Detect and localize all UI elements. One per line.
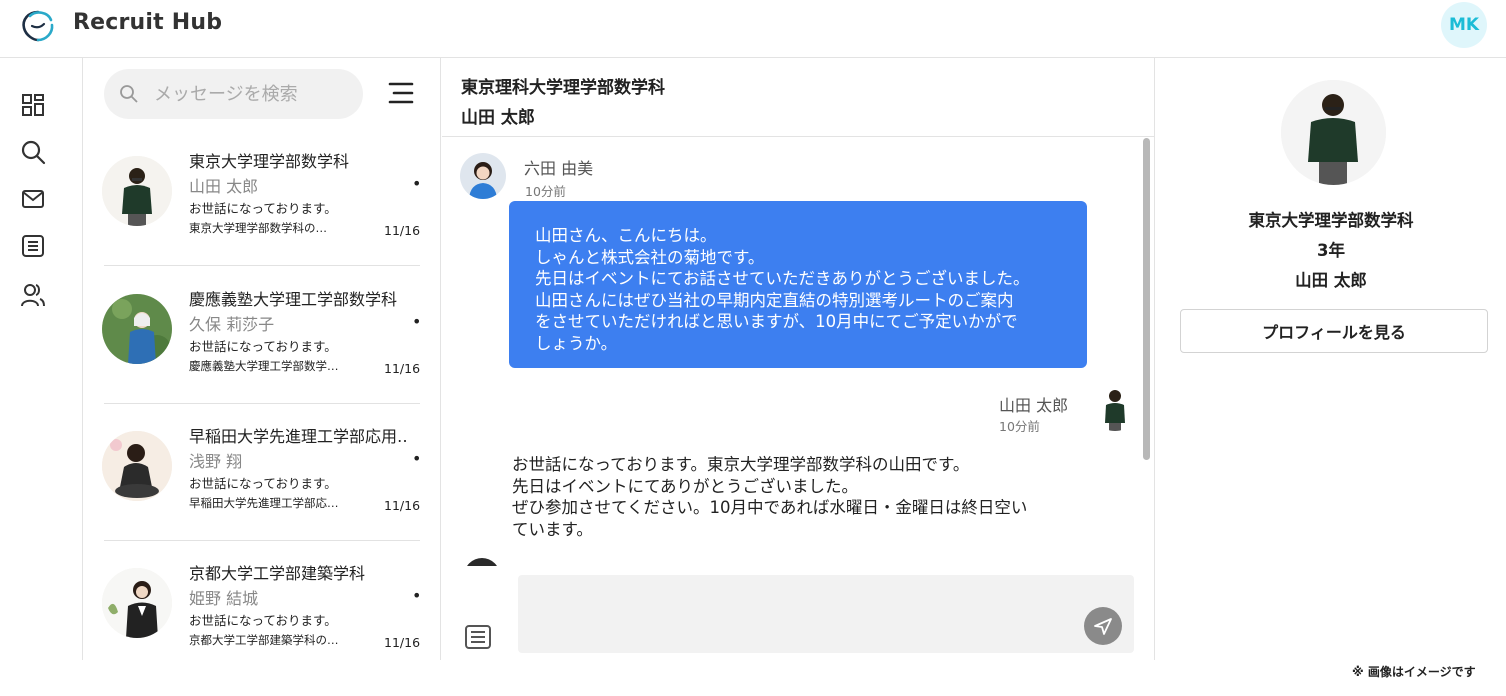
profile-name: 山田 太郎 <box>1295 271 1367 290</box>
conversation-item[interactable]: 京都大学工学部建築学科 姫野 結城 • お世話になっております。 京都大学工学部… <box>102 546 422 660</box>
student-avatar <box>102 294 172 364</box>
conversation-name: 久保 莉莎子 <box>189 315 275 334</box>
conversation-school: 東京大学理学部数学科 <box>189 152 350 171</box>
conversation-school: 京都大学工学部建築学科 <box>189 564 366 583</box>
conversation-date: 11/16 <box>384 223 421 238</box>
message-composer[interactable] <box>518 575 1134 653</box>
unread-indicator: • <box>412 586 422 605</box>
conversation-date: 11/16 <box>384 361 421 376</box>
send-icon <box>1094 618 1112 635</box>
message-line: お世話になっております。東京大学理学部数学科の山田です。 <box>512 455 970 474</box>
conversation-school: 早稲田大学先進理工学部応用‥ <box>189 427 408 446</box>
conversation-item[interactable]: 東京大学理学部数学科 山田 太郎 • お世話になっております。 東京大学理学部数… <box>102 134 422 266</box>
conversation-date: 11/16 <box>384 498 421 513</box>
message-line: 先日はイベントにてお話させていただきありがとうございました。 <box>535 269 1030 288</box>
message-line: をさせていただければと思いますが、10月中にてご予定いかがで <box>535 312 1018 331</box>
search-input[interactable] <box>154 79 354 109</box>
conversation-snippet: 京都大学工学部建築学科の… <box>189 633 339 647</box>
conversation-item[interactable]: 慶應義塾大学理工学部数学科 久保 莉莎子 • お世話になっております。 慶應義塾… <box>102 272 422 404</box>
conversation-preview: お世話になっております。 <box>189 613 337 628</box>
send-button[interactable] <box>1084 607 1122 645</box>
conversation-name: 姫野 結城 <box>189 589 259 608</box>
logo-icon[interactable] <box>18 6 58 46</box>
message-line: しゃんと株式会社の菊地です。 <box>535 247 765 267</box>
chat-panel: 東京理科大学理学部数学科 山田 太郎 六田 由美 10分前 山田さん、こんにちは… <box>442 58 1155 660</box>
message-line: 山田さん、こんにちは。 <box>535 226 717 245</box>
thread-scrollbar[interactable] <box>1143 138 1150 460</box>
conversation-name: 山田 太郎 <box>189 177 259 196</box>
conversation-name: 浅野 翔 <box>189 452 243 471</box>
message-bubble: 山田さん、こんにちは。 しゃんと株式会社の菊地です。 先日はイベントにてお話させ… <box>509 201 1087 368</box>
chat-header: 東京理科大学理学部数学科 山田 太郎 <box>442 58 1155 137</box>
conversation-preview: お世話になっております。 <box>189 339 337 354</box>
student-avatar <box>102 156 172 226</box>
search-icon[interactable] <box>20 139 46 165</box>
message-line: 山田さんにはぜひ当社の早期内定直結の特別選考ルートのご案内 <box>535 290 1014 310</box>
dashboard-icon[interactable] <box>20 92 46 118</box>
profile-school: 東京大学理学部数学科 <box>1248 211 1414 230</box>
users-icon[interactable] <box>20 282 46 308</box>
message-time: 10分前 <box>999 419 1040 434</box>
sender-avatar <box>1092 385 1138 431</box>
unread-indicator: • <box>412 174 422 193</box>
conversation-preview: お世話になっております。 <box>189 476 337 491</box>
profile-avatar <box>1281 80 1386 185</box>
message-sender: 山田 太郎 <box>999 396 1069 415</box>
account-avatar[interactable]: MK <box>1441 2 1487 48</box>
mail-icon[interactable] <box>20 186 46 212</box>
conversation-item[interactable]: 早稲田大学先進理工学部応用‥ 浅野 翔 • お世話になっております。 早稲田大学… <box>102 409 422 541</box>
nav-rail <box>0 58 83 660</box>
filter-icon[interactable] <box>387 80 415 106</box>
message-sender: 六田 由美 <box>524 159 594 178</box>
student-avatar <box>102 568 172 638</box>
profile-panel: 東京大学理学部数学科 3年 山田 太郎 プロフィールを見る <box>1156 58 1506 660</box>
student-avatar <box>102 431 172 501</box>
message-input[interactable] <box>518 575 1134 653</box>
sender-avatar <box>464 558 500 566</box>
message-line: ぜひ参加させてください。10月中であれば水曜日・金曜日は終日空い <box>512 498 1028 517</box>
sender-avatar <box>460 153 506 199</box>
search-box[interactable] <box>104 69 363 119</box>
message-line: しょうか。 <box>535 333 618 353</box>
chat-header-school: 東京理科大学理学部数学科 <box>461 78 665 98</box>
template-icon[interactable] <box>464 624 492 650</box>
conversation-snippet: 慶應義塾大学理工学部数学… <box>189 359 339 373</box>
image-disclaimer: ※ 画像はイメージです <box>1352 665 1476 679</box>
message-line: 先日はイベントにてありがとうございました。 <box>512 476 859 496</box>
conversation-school: 慶應義塾大学理工学部数学科 <box>189 290 398 309</box>
unread-indicator: • <box>412 449 422 468</box>
chat-header-name: 山田 太郎 <box>461 108 535 128</box>
message-line: ています。 <box>512 519 593 539</box>
top-bar: Recruit Hub MK <box>0 0 1506 58</box>
conversation-snippet: 東京大学理学部数学科の… <box>189 221 327 235</box>
message-time: 10分前 <box>525 184 566 199</box>
app-brand[interactable]: Recruit Hub <box>73 10 222 35</box>
profile-grade: 3年 <box>1317 241 1345 260</box>
list-icon[interactable] <box>20 233 46 259</box>
message-thread[interactable]: 六田 由美 10分前 山田さん、こんにちは。 しゃんと株式会社の菊地です。 先日… <box>442 138 1142 566</box>
unread-indicator: • <box>412 312 422 331</box>
message-text: お世話になっております。東京大学理学部数学科の山田です。 先日はイベントにてあり… <box>512 454 1027 540</box>
view-profile-button[interactable]: プロフィールを見る <box>1180 309 1488 353</box>
conversation-snippet: 早稲田大学先進理工学部応… <box>189 496 339 510</box>
conversation-list: 東京大学理学部数学科 山田 太郎 • お世話になっております。 東京大学理学部数… <box>84 58 441 660</box>
search-icon <box>120 85 138 103</box>
conversation-date: 11/16 <box>384 635 421 650</box>
conversation-preview: お世話になっております。 <box>189 201 337 216</box>
